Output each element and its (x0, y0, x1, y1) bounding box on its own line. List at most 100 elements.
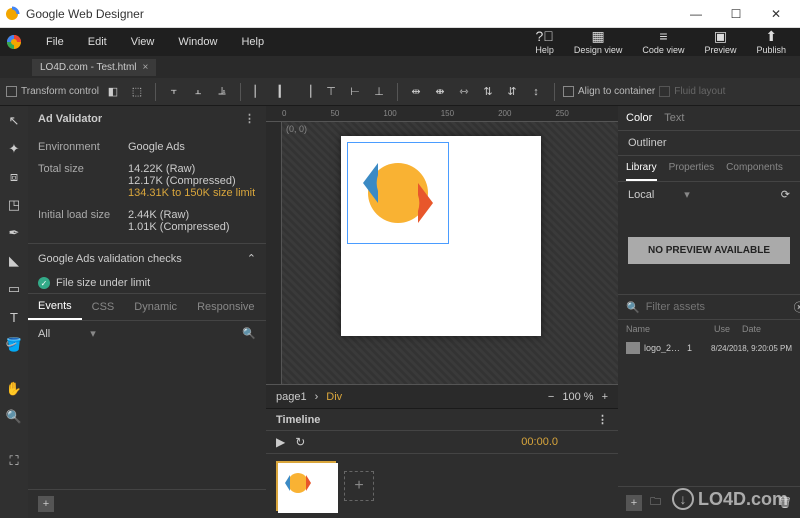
menu-edit[interactable]: Edit (76, 36, 119, 48)
tab-dynamic[interactable]: Dynamic (124, 295, 187, 319)
fluid-layout-checkbox[interactable]: Fluid layout (659, 86, 725, 97)
selection-tool[interactable]: ↖ (3, 110, 25, 132)
menu-view[interactable]: View (119, 36, 167, 48)
transform-tool-1[interactable]: ◧ (103, 82, 123, 102)
library-source-select[interactable]: Local (628, 189, 654, 201)
dist-h3[interactable]: ⇿ (454, 82, 474, 102)
tag-tool[interactable]: ◣ (3, 250, 25, 272)
dist-v1[interactable]: ⇅ (478, 82, 498, 102)
window-title: Google Web Designer (26, 7, 676, 21)
stage[interactable] (341, 136, 541, 336)
add-keyframe-button[interactable]: + (344, 471, 374, 501)
document-tab[interactable]: LO4D.com - Test.html × (32, 59, 156, 76)
app-logo-icon (4, 32, 24, 52)
align-left[interactable]: ▏ (249, 82, 269, 102)
events-search-icon[interactable]: 🔍 (242, 327, 256, 340)
transform-control-checkbox[interactable]: Transform control (6, 86, 99, 97)
events-filter-select[interactable]: All (38, 328, 50, 340)
add-event-button[interactable]: + (38, 496, 54, 512)
timeline-menu-icon[interactable]: ⋮ (597, 413, 608, 426)
tab-events[interactable]: Events (28, 294, 82, 320)
code-view-button[interactable]: ≡Code view (632, 29, 694, 55)
clear-filter-icon[interactable]: ⓧ (794, 299, 800, 315)
transform-tool-2[interactable]: ⬚ (127, 82, 147, 102)
align-b[interactable]: ⊥ (369, 82, 389, 102)
pen-tool[interactable]: ✒ (3, 222, 25, 244)
canvas[interactable]: (0, 0) (266, 122, 618, 384)
zoom-tool[interactable]: 🔍 (3, 406, 25, 428)
init-raw: 2.44K (Raw) (128, 209, 256, 221)
menubar: File Edit View Window Help ?⃝Help ▦Desig… (0, 28, 800, 56)
asset-row[interactable]: logo_256px_ob.png 1 8/24/2018, 9:20:05 P… (618, 338, 800, 358)
add-asset-button[interactable]: + (626, 495, 642, 511)
tab-responsive[interactable]: Responsive (187, 295, 264, 319)
align-t[interactable]: ⊤ (321, 82, 341, 102)
menu-help[interactable]: Help (229, 36, 276, 48)
align-right[interactable]: ▕ (297, 82, 317, 102)
align-container-checkbox[interactable]: Align to container (563, 86, 655, 97)
total-size-label: Total size (38, 163, 128, 199)
tab-library[interactable]: Library (626, 156, 657, 181)
col-use[interactable]: Use (714, 324, 742, 334)
help-button[interactable]: ?⃝Help (525, 29, 564, 55)
dist-h2[interactable]: ⇼ (430, 82, 450, 102)
breadcrumb-sep: › (315, 391, 319, 403)
align-hcenter[interactable]: ▎ (273, 82, 293, 102)
preview-button[interactable]: ▣Preview (694, 29, 746, 55)
env-value: Google Ads (128, 141, 256, 153)
element-tool[interactable]: ◳ (3, 194, 25, 216)
hand-tool[interactable]: ✋ (3, 378, 25, 400)
ad-validator-header[interactable]: Ad Validator ⋮ (28, 106, 266, 131)
zoom-out-button[interactable]: − (548, 391, 554, 403)
app-icon (4, 6, 20, 22)
panel-menu-icon[interactable]: ⋮ (244, 112, 256, 125)
page-label[interactable]: page1 (276, 391, 307, 403)
col-date[interactable]: Date (742, 324, 792, 334)
new-folder-icon[interactable]: 🗀 (650, 493, 661, 512)
motion-path-tool[interactable]: ✦ (3, 138, 25, 160)
tab-color[interactable]: Color (626, 110, 652, 126)
design-view-button[interactable]: ▦Design view (564, 29, 633, 55)
align-m[interactable]: ⊢ (345, 82, 365, 102)
minimize-button[interactable]: — (676, 0, 716, 28)
zoom-in-button[interactable]: + (602, 391, 608, 403)
dist-v3[interactable]: ↕ (526, 82, 546, 102)
dropdown-icon[interactable]: ▾ (684, 188, 690, 201)
3d-tool[interactable]: ⧈ (3, 166, 25, 188)
tab-close-icon[interactable]: × (143, 62, 149, 73)
search-icon: 🔍 (626, 301, 640, 314)
refresh-icon[interactable]: ⟳ (781, 188, 790, 201)
keyframe-1[interactable] (276, 461, 336, 511)
right-panel: Color Text Outliner Library Properties C… (618, 106, 800, 518)
col-name[interactable]: Name (626, 324, 714, 334)
align-bottom[interactable]: ⫡ (212, 82, 232, 102)
tab-components[interactable]: Components (726, 156, 783, 181)
asset-name: logo_256px_ob.png (644, 343, 683, 353)
tab-text[interactable]: Text (664, 110, 684, 126)
align-top[interactable]: ⫟ (164, 82, 184, 102)
align-middle[interactable]: ⫠ (188, 82, 208, 102)
menu-window[interactable]: Window (166, 36, 229, 48)
close-button[interactable]: ✕ (756, 0, 796, 28)
filter-assets-input[interactable] (646, 301, 788, 313)
dist-h1[interactable]: ⇹ (406, 82, 426, 102)
tab-properties[interactable]: Properties (669, 156, 715, 181)
loop-button[interactable]: ↻ (295, 435, 305, 449)
outliner-header[interactable]: Outliner (618, 130, 800, 155)
tab-css[interactable]: CSS (82, 295, 125, 319)
dropdown-icon[interactable]: ▾ (90, 327, 96, 340)
publish-button[interactable]: ⬆Publish (746, 29, 796, 55)
menu-file[interactable]: File (34, 36, 76, 48)
shape-tool[interactable]: ▭ (3, 278, 25, 300)
validation-checks-header[interactable]: Google Ads validation checks⌃ (28, 243, 266, 273)
expand-tool[interactable]: ⛶ (3, 450, 25, 472)
breadcrumb-element[interactable]: Div (326, 391, 342, 403)
maximize-button[interactable]: ☐ (716, 0, 756, 28)
canvas-status-bar: page1 › Div − 100 % + (266, 384, 618, 408)
text-tool[interactable]: T (3, 306, 25, 328)
play-button[interactable]: ▶ (276, 435, 285, 449)
dist-v2[interactable]: ⇵ (502, 82, 522, 102)
asset-date: 8/24/2018, 9:20:05 PM (711, 344, 792, 353)
selected-element[interactable] (347, 142, 449, 244)
fill-tool[interactable]: 🪣 (3, 334, 25, 356)
